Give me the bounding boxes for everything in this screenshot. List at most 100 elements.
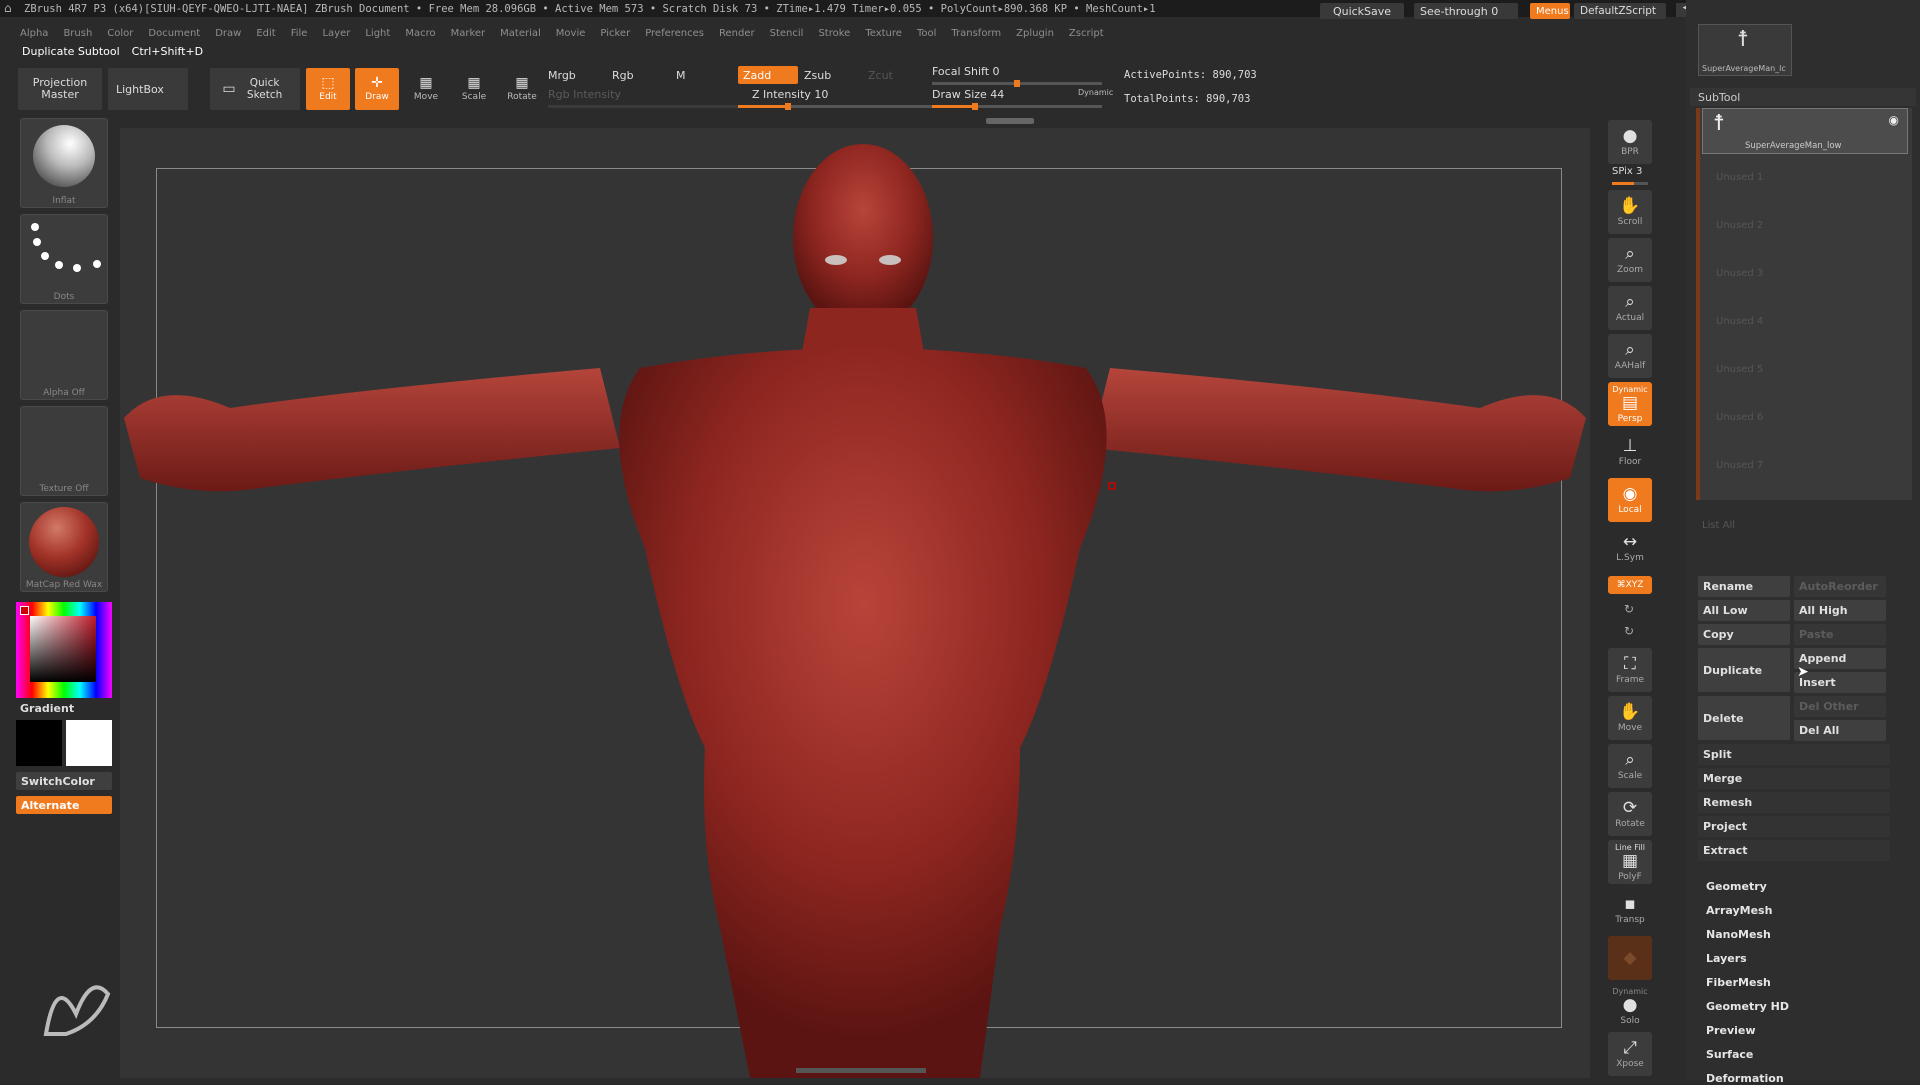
alternate-button[interactable]: Alternate	[16, 796, 112, 814]
rgb-toggle[interactable]: Rgb	[612, 69, 634, 82]
alpha-picker[interactable]: Alpha Off	[20, 310, 108, 400]
palette-section[interactable]: Preview	[1706, 1024, 1756, 1037]
palette-section[interactable]: Geometry HD	[1706, 1000, 1789, 1013]
transp-button[interactable]: ▪ Transp	[1608, 888, 1652, 932]
menu-item[interactable]: Layer	[322, 28, 350, 39]
move-view-button[interactable]: ✋ Move	[1608, 696, 1652, 740]
floor-button[interactable]: ⊥ Floor	[1608, 430, 1652, 474]
subtool-slot[interactable]: Unused 3	[1716, 268, 1763, 279]
edit-button[interactable]: ⬚ Edit	[306, 68, 350, 110]
brush-picker[interactable]: Inflat	[20, 118, 108, 208]
z-intensity-slider[interactable]: Z Intensity 10	[752, 88, 828, 101]
palette-section[interactable]: Surface	[1706, 1048, 1753, 1061]
rgb-intensity-slider[interactable]: Rgb Intensity	[548, 88, 621, 101]
zsub-button[interactable]: Zsub	[804, 69, 831, 82]
subtool-header[interactable]: SubTool	[1690, 88, 1916, 106]
zadd-button[interactable]: Zadd	[738, 66, 798, 84]
xyz-button[interactable]: ⌘XYZ	[1608, 576, 1652, 594]
menu-item[interactable]: Movie	[556, 28, 586, 39]
menu-item[interactable]: Material	[500, 28, 541, 39]
menu-item[interactable]: Zscript	[1069, 28, 1104, 39]
focal-shift-knob[interactable]	[1014, 80, 1020, 87]
menu-item[interactable]: Brush	[63, 28, 92, 39]
rotate-view-button[interactable]: ⟳ Rotate	[1608, 792, 1652, 836]
del-all-button[interactable]: Del All	[1794, 720, 1886, 741]
scroll-button[interactable]: ✋ Scroll	[1608, 190, 1652, 234]
subtool-slot[interactable]: Unused 6	[1716, 412, 1763, 423]
persp-button[interactable]: Dynamic ▤ Persp	[1608, 382, 1652, 426]
palette-section[interactable]: Layers	[1706, 952, 1747, 965]
rgb-intensity-track[interactable]	[548, 105, 748, 108]
default-zscript-button[interactable]: DefaultZScript	[1574, 3, 1666, 19]
z-intensity-knob[interactable]	[785, 103, 791, 110]
focal-shift-track[interactable]	[932, 80, 1102, 87]
paste-button[interactable]: Paste	[1794, 624, 1886, 645]
rotate-z-icon[interactable]: ↻	[1624, 624, 1634, 638]
canvas-viewport[interactable]	[120, 128, 1590, 1078]
zoom-button[interactable]: ⌕ Zoom	[1608, 238, 1652, 282]
subtool-scrollbar[interactable]	[1696, 108, 1700, 500]
menu-item[interactable]: Marker	[451, 28, 486, 39]
palette-section[interactable]: Geometry	[1706, 880, 1767, 893]
draw-button[interactable]: ✛ Draw	[355, 68, 399, 110]
actual-button[interactable]: ⌕ Actual	[1608, 286, 1652, 330]
lsym-button[interactable]: ↔ L.Sym	[1608, 526, 1652, 570]
primary-color-swatch[interactable]	[16, 720, 62, 766]
move-button[interactable]: ▦ Move	[404, 68, 448, 110]
menus-button[interactable]: Menus	[1530, 3, 1570, 19]
subtool-slot[interactable]: Unused 5	[1716, 364, 1763, 375]
tool-thumbnail[interactable]: ☨ SuperAverageMan_lc	[1698, 24, 1792, 76]
menu-item[interactable]: Stroke	[818, 28, 850, 39]
quicksave-button[interactable]: QuickSave	[1320, 3, 1404, 19]
polyf-button[interactable]: Line Fill ▦ PolyF	[1608, 840, 1652, 884]
menu-item[interactable]: Light	[365, 28, 390, 39]
rotate-y-icon[interactable]: ↻	[1624, 602, 1634, 616]
project-menu[interactable]: Project	[1698, 816, 1890, 837]
projection-master-button[interactable]: Projection Master	[18, 68, 102, 110]
menu-item[interactable]: Tool	[917, 28, 936, 39]
z-intensity-track[interactable]	[738, 103, 938, 110]
menu-item[interactable]: Alpha	[20, 28, 48, 39]
menu-item[interactable]: Render	[719, 28, 755, 39]
delete-button[interactable]: Delete	[1698, 696, 1790, 740]
material-picker[interactable]: MatCap Red Wax	[20, 502, 108, 592]
subtool-slot[interactable]: Unused 7	[1716, 460, 1763, 471]
menu-item[interactable]: Picker	[600, 28, 630, 39]
menu-item[interactable]: Preferences	[645, 28, 704, 39]
color-picker-square[interactable]	[30, 616, 96, 682]
m-toggle[interactable]: M	[676, 69, 686, 82]
draw-size-slider[interactable]: Draw Size 44	[932, 88, 1004, 101]
extract-menu[interactable]: Extract	[1698, 840, 1890, 861]
dynamic-toggle[interactable]: Dynamic	[1078, 88, 1113, 97]
texture-picker[interactable]: Texture Off	[20, 406, 108, 496]
copy-button[interactable]: Copy	[1698, 624, 1790, 645]
all-high-button[interactable]: All High	[1794, 600, 1886, 621]
draw-size-track[interactable]	[932, 103, 1102, 110]
focal-shift-slider[interactable]: Focal Shift 0	[932, 65, 1000, 78]
subtool-item-active[interactable]: ☨ ◉ SuperAverageMan_low	[1702, 108, 1908, 154]
palette-section[interactable]: ArrayMesh	[1706, 904, 1772, 917]
quick-sketch-button[interactable]: ▭ Quick Sketch	[210, 68, 300, 110]
menu-item[interactable]: Zplugin	[1016, 28, 1054, 39]
menu-item[interactable]: Color	[107, 28, 133, 39]
split-menu[interactable]: Split	[1698, 744, 1890, 765]
menu-item[interactable]: Texture	[865, 28, 902, 39]
rename-button[interactable]: Rename	[1698, 576, 1790, 597]
del-other-button[interactable]: Del Other	[1794, 696, 1886, 717]
menu-item[interactable]: File	[291, 28, 308, 39]
subtool-slot[interactable]: Unused 4	[1716, 316, 1763, 327]
duplicate-button[interactable]: Duplicate	[1698, 648, 1790, 692]
spix-slider[interactable]	[1612, 182, 1648, 185]
autoreorder-button[interactable]: AutoReorder	[1794, 576, 1886, 597]
secondary-color-swatch[interactable]	[66, 720, 112, 766]
frame-button[interactable]: ⛶ Frame	[1608, 648, 1652, 692]
scale-button[interactable]: ▦ Scale	[452, 68, 496, 110]
character-model[interactable]	[120, 128, 1590, 1078]
palette-section[interactable]: FiberMesh	[1706, 976, 1771, 989]
spix-label[interactable]: SPix 3	[1612, 166, 1642, 177]
list-all-button[interactable]: List All	[1702, 520, 1735, 531]
aahalf-button[interactable]: ⌕ AAHalf	[1608, 334, 1652, 378]
subtool-visibility-icon[interactable]: ◉	[1889, 113, 1899, 127]
remesh-menu[interactable]: Remesh	[1698, 792, 1890, 813]
switchcolor-button[interactable]: SwitchColor	[16, 772, 112, 790]
